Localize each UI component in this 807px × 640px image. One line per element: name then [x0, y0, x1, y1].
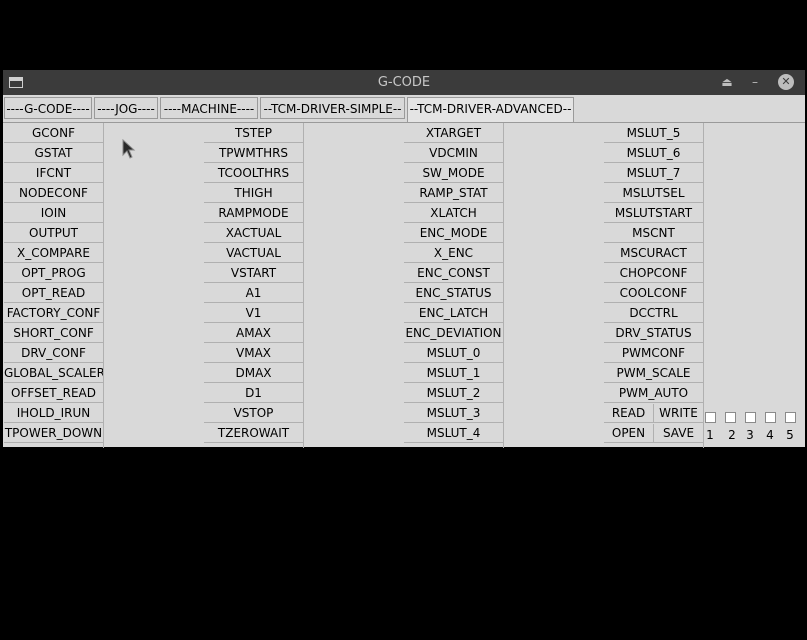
- register-button-v1[interactable]: V1: [204, 304, 304, 323]
- register-button-ifcnt[interactable]: IFCNT: [4, 164, 104, 183]
- register-button-output[interactable]: OUTPUT: [4, 224, 104, 243]
- register-button-drv-conf[interactable]: DRV_CONF: [4, 344, 104, 363]
- register-button-vactual[interactable]: VACTUAL: [204, 244, 304, 263]
- register-button-chopconf[interactable]: CHOPCONF: [604, 264, 704, 283]
- slot-label-1: 1: [706, 428, 714, 442]
- register-button-dmax[interactable]: DMAX: [204, 364, 304, 383]
- register-button-sw-mode[interactable]: SW_MODE: [404, 164, 504, 183]
- register-button-xactual[interactable]: XACTUAL: [204, 224, 304, 243]
- open-button[interactable]: OPEN: [604, 424, 654, 443]
- tab-machine[interactable]: ----MACHINE----: [160, 97, 258, 119]
- register-button-ramp-stat[interactable]: RAMP_STAT: [404, 184, 504, 203]
- slot-label-3: 3: [746, 428, 754, 442]
- register-button-tstep[interactable]: TSTEP: [204, 124, 304, 143]
- app-window: G-CODE ⏏ – ✕ ----G-CODE---- ----JOG---- …: [3, 70, 805, 448]
- register-button-vdcmin[interactable]: VDCMIN: [404, 144, 504, 163]
- register-button-gconf[interactable]: GCONF: [4, 124, 104, 143]
- register-button-opt-read[interactable]: OPT_READ: [4, 284, 104, 303]
- slot-checkbox-3[interactable]: [745, 412, 756, 423]
- slot-checkbox-2[interactable]: [725, 412, 736, 423]
- tab-jog[interactable]: ----JOG----: [94, 97, 158, 119]
- register-button-global-scaler[interactable]: GLOBAL_SCALER: [4, 364, 104, 383]
- title-bar[interactable]: G-CODE ⏏ – ✕: [3, 70, 805, 95]
- register-button-ihold-irun[interactable]: IHOLD_IRUN: [4, 404, 104, 423]
- write-button[interactable]: WRITE: [654, 404, 704, 423]
- register-button-tpower-down[interactable]: TPOWER_DOWN: [4, 424, 104, 443]
- slot-label-2: 2: [728, 428, 736, 442]
- register-button-thigh[interactable]: THIGH: [204, 184, 304, 203]
- register-button-enc-mode[interactable]: ENC_MODE: [404, 224, 504, 243]
- register-button-gstat[interactable]: GSTAT: [4, 144, 104, 163]
- register-button-enc-status[interactable]: ENC_STATUS: [404, 284, 504, 303]
- register-button-pwm-scale[interactable]: PWM_SCALE: [604, 364, 704, 383]
- read-button[interactable]: READ: [604, 404, 654, 423]
- register-button-mslut-5[interactable]: MSLUT_5: [604, 124, 704, 143]
- register-button-mscuract[interactable]: MSCURACT: [604, 244, 704, 263]
- register-button-tcoolthrs[interactable]: TCOOLTHRS: [204, 164, 304, 183]
- register-button-pwmconf[interactable]: PWMCONF: [604, 344, 704, 363]
- register-button-enc-latch[interactable]: ENC_LATCH: [404, 304, 504, 323]
- register-button-xlatch[interactable]: XLATCH: [404, 204, 504, 223]
- tab-gcode[interactable]: ----G-CODE----: [4, 97, 92, 119]
- register-button-mscnt[interactable]: MSCNT: [604, 224, 704, 243]
- register-button-vmax[interactable]: VMAX: [204, 344, 304, 363]
- register-button-amax[interactable]: AMAX: [204, 324, 304, 343]
- window-title: G-CODE: [377, 75, 431, 90]
- register-button-vstop[interactable]: VSTOP: [204, 404, 304, 423]
- register-button-xtarget[interactable]: XTARGET: [404, 124, 504, 143]
- tab-tcm-driver-advanced[interactable]: --TCM-DRIVER-ADVANCED--: [407, 97, 574, 122]
- register-button-pwm-auto[interactable]: PWM_AUTO: [604, 384, 704, 403]
- minimize-icon[interactable]: –: [747, 74, 763, 90]
- slot-label-4: 4: [766, 428, 774, 442]
- close-icon[interactable]: ✕: [778, 74, 794, 90]
- register-button-dcctrl[interactable]: DCCTRL: [604, 304, 704, 323]
- register-button-x-compare[interactable]: X_COMPARE: [4, 244, 104, 263]
- register-button-opt-prog[interactable]: OPT_PROG: [4, 264, 104, 283]
- slot-label-5: 5: [786, 428, 794, 442]
- register-button-a1[interactable]: A1: [204, 284, 304, 303]
- register-button-mslutsel[interactable]: MSLUTSEL: [604, 184, 704, 203]
- register-button-mslutstart[interactable]: MSLUTSTART: [604, 204, 704, 223]
- register-button-tpwmthrs[interactable]: TPWMTHRS: [204, 144, 304, 163]
- register-button-short-conf[interactable]: SHORT_CONF: [4, 324, 104, 343]
- register-button-offset-read[interactable]: OFFSET_READ: [4, 384, 104, 403]
- register-button-x-enc[interactable]: X_ENC: [404, 244, 504, 263]
- slot-checkbox-1[interactable]: [705, 412, 716, 423]
- register-panel: GCONF GSTAT IFCNT NODECONF IOIN OUTPUT X_COMPA…: [3, 122, 805, 448]
- register-button-factory-conf[interactable]: FACTORY_CONF: [4, 304, 104, 323]
- register-button-drv-status[interactable]: DRV_STATUS: [604, 324, 704, 343]
- tab-tcm-driver-simple[interactable]: --TCM-DRIVER-SIMPLE--: [260, 97, 405, 119]
- eject-icon[interactable]: ⏏: [719, 74, 735, 90]
- register-button-d1[interactable]: D1: [204, 384, 304, 403]
- register-button-mslut-6[interactable]: MSLUT_6: [604, 144, 704, 163]
- register-button-tzerowait[interactable]: TZEROWAIT: [204, 424, 304, 443]
- register-button-enc-deviation[interactable]: ENC_DEVIATION: [404, 324, 504, 343]
- register-button-mslut-3[interactable]: MSLUT_3: [404, 404, 504, 423]
- register-button-mslut-7[interactable]: MSLUT_7: [604, 164, 704, 183]
- save-button[interactable]: SAVE: [654, 424, 704, 443]
- register-button-mslut-4[interactable]: MSLUT_4: [404, 424, 504, 443]
- tab-bar: ----G-CODE---- ----JOG---- ----MACHINE--…: [3, 97, 805, 122]
- register-button-mslut-2[interactable]: MSLUT_2: [404, 384, 504, 403]
- register-button-mslut-0[interactable]: MSLUT_0: [404, 344, 504, 363]
- register-button-vstart[interactable]: VSTART: [204, 264, 304, 283]
- slot-checkbox-5[interactable]: [785, 412, 796, 423]
- register-button-rampmode[interactable]: RAMPMODE: [204, 204, 304, 223]
- slot-checkbox-4[interactable]: [765, 412, 776, 423]
- register-button-nodeconf[interactable]: NODECONF: [4, 184, 104, 203]
- register-button-enc-const[interactable]: ENC_CONST: [404, 264, 504, 283]
- register-button-coolconf[interactable]: COOLCONF: [604, 284, 704, 303]
- register-button-mslut-1[interactable]: MSLUT_1: [404, 364, 504, 383]
- register-button-ioin[interactable]: IOIN: [4, 204, 104, 223]
